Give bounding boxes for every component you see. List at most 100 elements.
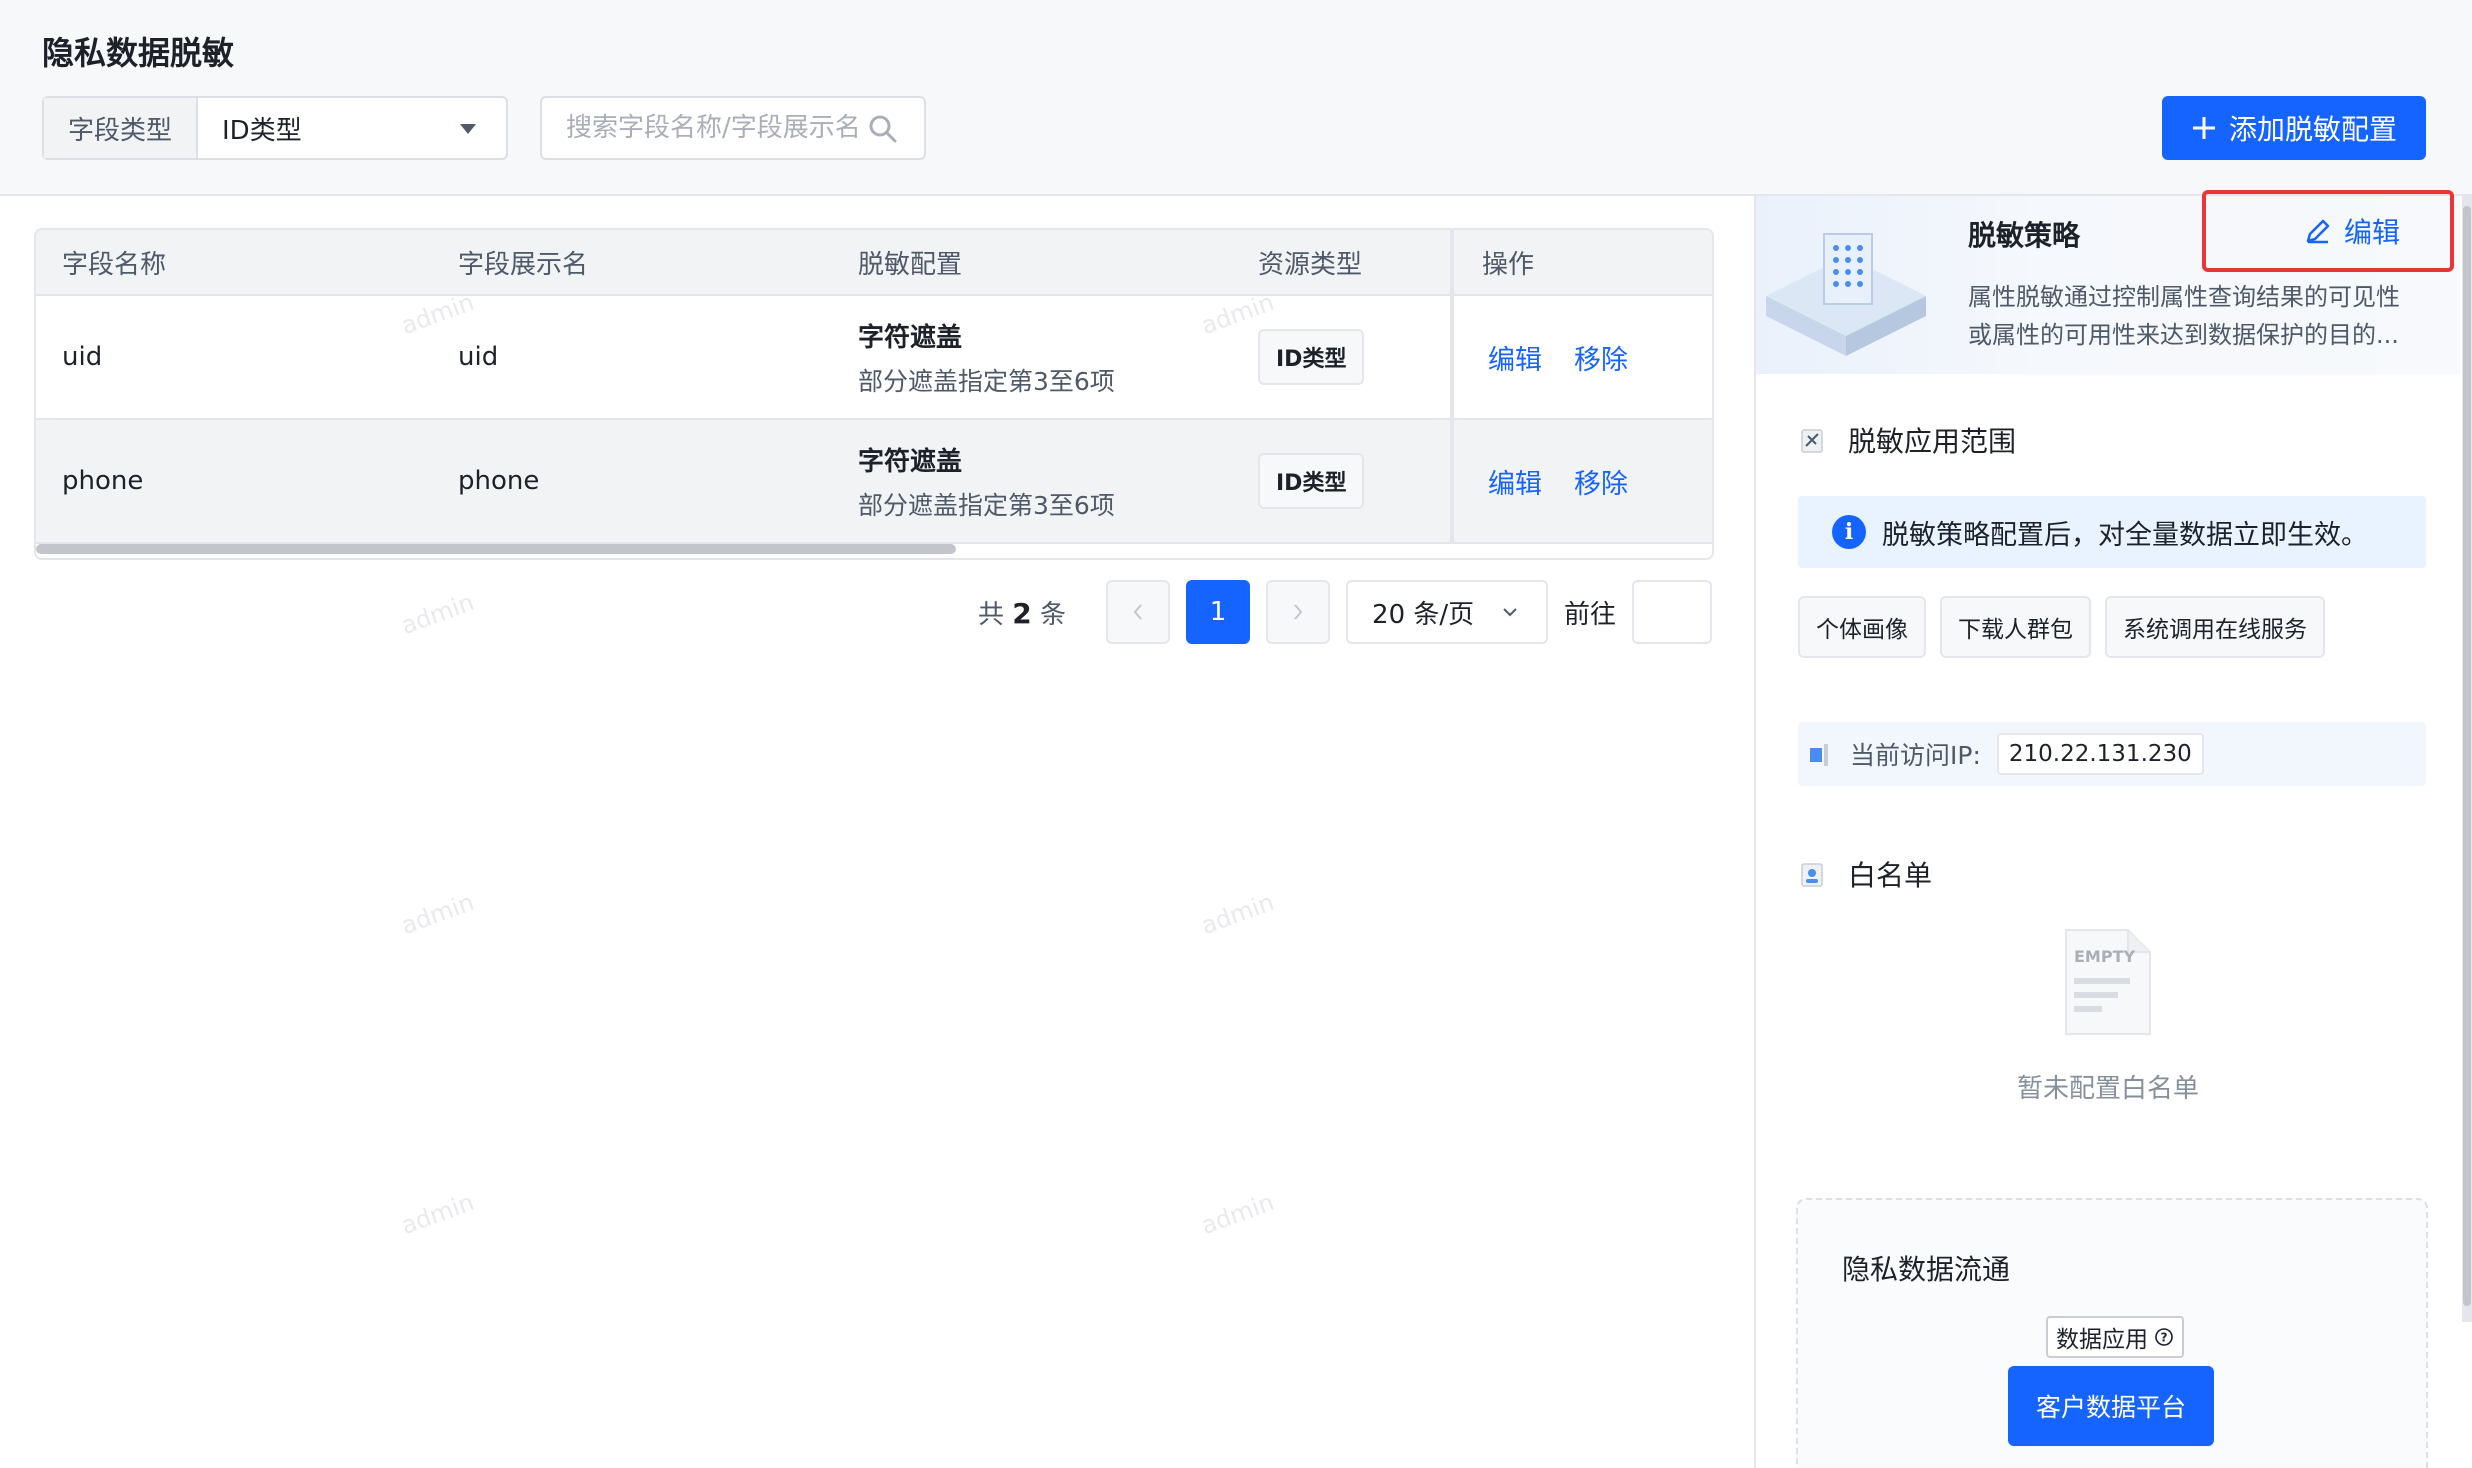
strategy-card: 脱敏策略 属性脱敏通过控制属性查询结果的可见性或属性的可用性来达到数据保护的目的… <box>1756 190 2460 374</box>
row-remove-link[interactable]: 移除 <box>1574 338 1628 377</box>
whitelist-section-title: 白名单 <box>1800 854 1932 894</box>
empty-badge: EMPTY <box>2074 947 2135 966</box>
jump-label: 前往 <box>1564 599 1617 630</box>
filter-label: 字段类型 <box>44 98 198 158</box>
panel-scrollbar[interactable] <box>2462 196 2472 1322</box>
column-header-field-name: 字段名称 <box>62 249 167 280</box>
network-icon <box>1810 744 1828 766</box>
total-suffix: 条 <box>1040 599 1067 630</box>
scope-tags: 个体画像 下载人群包 系统调用在线服务 <box>1798 596 2325 658</box>
row-edit-link[interactable]: 编辑 <box>1488 338 1542 377</box>
watermark: admin <box>397 1187 478 1241</box>
mask-config-cell: 字符遮盖 部分遮盖指定第3至6项 <box>834 317 1234 398</box>
whitelist-empty-state: EMPTY 暂未配置白名单 <box>1756 926 2460 1105</box>
strategy-description: 属性脱敏通过控制属性查询结果的可见性或属性的可用性来达到数据保护的目的... <box>1968 283 2400 349</box>
pagination: 共 2 条 1 20 条/页 前往 <box>978 580 1713 644</box>
watermark: admin <box>397 587 478 641</box>
prev-page-button[interactable] <box>1106 580 1171 644</box>
watermark: admin <box>1197 887 1278 941</box>
plus-icon <box>2192 117 2215 139</box>
info-icon: i <box>1832 515 1866 549</box>
strategy-edit-label: 编辑 <box>2343 216 2400 249</box>
table-row: phone phone 字符遮盖 部分遮盖指定第3至6项 ID类型 编辑 移除 <box>36 420 1712 544</box>
strategy-title: 脱敏策略 <box>1968 219 2081 252</box>
panel-scrollbar-thumb[interactable] <box>2463 206 2471 1306</box>
edit-pen-icon <box>2306 219 2330 244</box>
resource-type-tag: ID类型 <box>1258 453 1365 509</box>
scope-alert: i 脱敏策略配置后，对全量数据立即生效。 <box>1798 496 2426 568</box>
scope-tag: 系统调用在线服务 <box>2105 596 2325 658</box>
page-size-value: 20 条/页 <box>1372 599 1475 630</box>
customer-data-platform-button[interactable]: 客户数据平台 <box>2008 1366 2214 1446</box>
scope-tag: 个体画像 <box>1798 596 1926 658</box>
user-list-icon <box>1801 863 1823 887</box>
add-mask-config-button[interactable]: 添加脱敏配置 <box>2162 96 2426 160</box>
strategy-edit-button[interactable]: 编辑 <box>2202 190 2454 272</box>
next-page-button[interactable] <box>1266 580 1331 644</box>
scope-tag: 下载人群包 <box>1940 596 2091 658</box>
ip-label: 当前访问IP: <box>1850 741 1981 770</box>
column-header-actions: 操作 <box>1450 230 1712 294</box>
mask-description: 部分遮盖指定第3至6项 <box>858 366 1115 396</box>
resource-type-cell: ID类型 <box>1234 453 1450 509</box>
column-header-mask-config: 脱敏配置 <box>858 249 963 280</box>
row-edit-link[interactable]: 编辑 <box>1488 462 1542 501</box>
display-name-cell: uid <box>458 342 499 372</box>
watermark: admin <box>397 887 478 941</box>
empty-document-icon: EMPTY <box>2065 929 2151 1035</box>
horizontal-scrollbar[interactable] <box>36 544 1712 558</box>
filter-selected-value: ID类型 <box>222 115 302 146</box>
strategy-illustration <box>1766 233 1926 356</box>
column-header-display-name: 字段展示名 <box>458 249 589 280</box>
total-prefix: 共 <box>978 599 1005 630</box>
resource-type-cell: ID类型 <box>1234 329 1450 385</box>
search-input[interactable] <box>566 113 862 143</box>
field-type-filter[interactable]: 字段类型 ID类型 <box>42 96 508 160</box>
mask-description: 部分遮盖指定第3至6项 <box>858 490 1115 520</box>
pagination-total: 共 2 条 <box>978 594 1066 631</box>
page-title: 隐私数据脱敏 <box>42 34 235 72</box>
actions-cell: 编辑 移除 <box>1450 420 1712 542</box>
whitelist-title: 白名单 <box>1848 859 1933 892</box>
whitelist-empty-text: 暂未配置白名单 <box>2016 1074 2199 1104</box>
svg-text:?: ? <box>2161 1331 2168 1345</box>
mask-config-cell: 字符遮盖 部分遮盖指定第3至6项 <box>834 441 1234 522</box>
chevron-left-icon <box>1133 604 1142 620</box>
mask-type: 字符遮盖 <box>858 446 963 477</box>
strategy-panel: 脱敏策略 属性脱敏通过控制属性查询结果的可见性或属性的可用性来达到数据保护的目的… <box>1754 190 2472 1468</box>
current-ip-bar: 当前访问IP: 210.22.131.230 <box>1798 722 2426 786</box>
row-remove-link[interactable]: 移除 <box>1574 462 1628 501</box>
page-size-select[interactable]: 20 条/页 <box>1346 580 1549 644</box>
column-header-resource-type: 资源类型 <box>1258 249 1363 280</box>
search-box[interactable] <box>540 96 926 160</box>
field-type-select[interactable]: ID类型 <box>198 98 506 158</box>
page-number-current[interactable]: 1 <box>1186 580 1251 644</box>
data-app-label: 数据应用 <box>2056 1327 2148 1353</box>
field-name-cell: uid <box>62 342 103 372</box>
mask-config-table: 字段名称 字段展示名 脱敏配置 资源类型 操作 uid uid 字符遮盖 部分遮… <box>34 228 1714 560</box>
ip-value: 210.22.131.230 <box>1996 733 2204 775</box>
scope-icon <box>1801 429 1823 453</box>
resource-type-tag: ID类型 <box>1258 329 1365 385</box>
total-count: 2 <box>1012 596 1032 630</box>
page-jump-input[interactable] <box>1632 580 1713 644</box>
page-header: 隐私数据脱敏 字段类型 ID类型 添加脱敏配置 <box>0 0 2472 196</box>
chevron-right-icon <box>1294 604 1303 620</box>
scope-alert-text: 脱敏策略配置后，对全量数据立即生效。 <box>1882 519 2368 551</box>
display-name-cell: phone <box>458 466 540 496</box>
search-icon[interactable] <box>868 114 898 144</box>
mask-type: 字符遮盖 <box>858 322 963 353</box>
caret-down-icon <box>460 124 476 134</box>
data-flow-card: 隐私数据流通 数据应用 ? 客户数据平台 <box>1796 1198 2428 1468</box>
chevron-down-icon <box>1503 608 1517 617</box>
help-icon[interactable]: ? <box>2154 1327 2174 1347</box>
table-header: 字段名称 字段展示名 脱敏配置 资源类型 操作 <box>36 230 1712 296</box>
scope-title: 脱敏应用范围 <box>1848 425 2017 458</box>
flow-title: 隐私数据流通 <box>1842 1253 2011 1286</box>
add-button-label: 添加脱敏配置 <box>2228 113 2397 146</box>
data-app-chip[interactable]: 数据应用 ? <box>2046 1316 2184 1358</box>
table-row: uid uid 字符遮盖 部分遮盖指定第3至6项 ID类型 编辑 移除 <box>36 296 1712 420</box>
watermark: admin <box>1197 1187 1278 1241</box>
field-name-cell: phone <box>62 466 144 496</box>
scrollbar-thumb[interactable] <box>36 544 956 554</box>
